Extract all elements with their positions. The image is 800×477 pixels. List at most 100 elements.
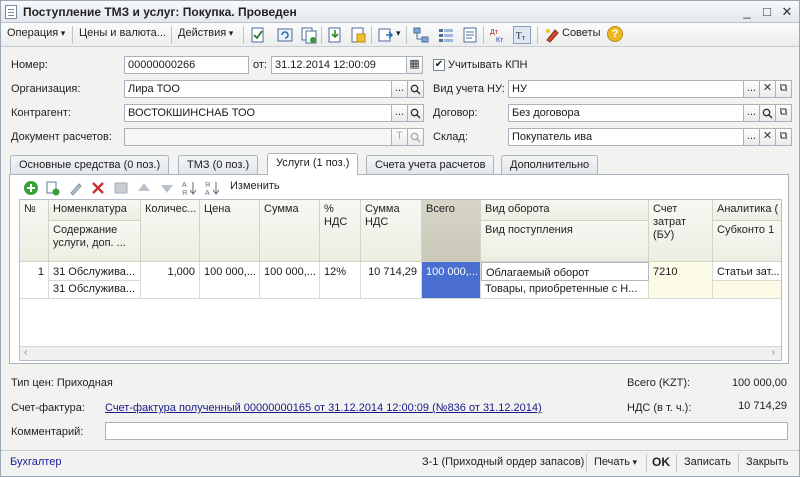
based-on-icon[interactable] <box>377 26 395 44</box>
settlement-document-input[interactable] <box>124 128 392 146</box>
column-header-nomenclature[interactable]: Номенклатура <box>49 200 141 221</box>
column-header-total[interactable]: Всего <box>422 200 481 262</box>
column-header-cost-account[interactable]: Счет затрат (БУ) <box>649 200 713 262</box>
tax-accounting-open-icon[interactable]: ⧉ <box>775 80 792 98</box>
refresh-icon[interactable] <box>276 26 294 44</box>
tab-fixed-assets[interactable]: Основные средства (0 поз.) <box>10 155 170 174</box>
contract-search-icon[interactable] <box>759 104 776 122</box>
tab-services[interactable]: Услуги (1 поз.) <box>267 153 359 175</box>
change-button[interactable]: Изменить <box>230 180 280 192</box>
settlement-search-icon[interactable] <box>407 128 424 146</box>
row-subconto-empty[interactable] <box>713 281 781 299</box>
minimize-button[interactable]: _ <box>739 4 755 20</box>
column-header-price[interactable]: Цена <box>200 200 260 262</box>
column-header-sum[interactable]: Сумма <box>260 200 320 262</box>
move-up-icon[interactable] <box>136 180 152 196</box>
close-window-button[interactable]: ✕ <box>779 4 795 20</box>
row-price[interactable]: 100 000,... <box>200 262 260 299</box>
row-number[interactable]: 1 <box>20 262 49 299</box>
settlement-type-button[interactable]: T <box>391 128 408 146</box>
number-input[interactable]: 00000000266 <box>124 56 249 74</box>
contract-select-button[interactable]: ... <box>743 104 760 122</box>
scroll-left-icon[interactable]: ‹ <box>24 347 27 358</box>
row-total[interactable]: 100 000,... <box>422 262 481 299</box>
accountant-link[interactable]: Бухгалтер <box>10 456 61 468</box>
row-content[interactable]: 31 Обслужива... <box>49 281 141 299</box>
edit-row-icon[interactable] <box>68 180 84 196</box>
column-header-turnover-type[interactable]: Вид оборота <box>481 200 649 221</box>
tab-additional[interactable]: Дополнительно <box>501 155 599 174</box>
warehouse-select-button[interactable]: ... <box>743 128 760 146</box>
row-subconto[interactable]: Статьи зат... <box>713 262 781 281</box>
comment-input[interactable] <box>105 422 788 440</box>
row-quantity[interactable]: 1,000 <box>141 262 200 299</box>
column-header-number[interactable]: № <box>20 200 49 262</box>
actions-menu[interactable]: Действия <box>178 27 233 39</box>
calendar-icon[interactable]: ▦ <box>406 56 423 74</box>
warehouse-input[interactable]: Покупатель ива <box>508 128 744 146</box>
end-edit-icon[interactable] <box>113 180 129 196</box>
contractor-input[interactable]: ВОСТОКШИНСНАБ ТОО <box>124 104 392 122</box>
copy-row-icon[interactable] <box>45 180 61 196</box>
row-vat-sum[interactable]: 10 714,29 <box>361 262 422 299</box>
row-turnover-type[interactable]: Облагаемый оборот <box>481 262 649 281</box>
tab-inventory[interactable]: ТМЗ (0 поз.) <box>178 155 259 174</box>
add-row-icon[interactable] <box>23 180 39 196</box>
kpn-checkbox[interactable]: ✔ <box>433 59 445 71</box>
warehouse-clear-icon[interactable]: ✕ <box>759 128 776 146</box>
contractor-select-button[interactable]: ... <box>391 104 408 122</box>
contractor-search-icon[interactable] <box>407 104 424 122</box>
document-movements-icon[interactable] <box>349 26 367 44</box>
operation-menu[interactable]: Операция <box>7 27 65 39</box>
ok-button[interactable]: OK <box>652 455 670 469</box>
copy-document-icon[interactable] <box>300 26 318 44</box>
prices-currency-button[interactable]: Цены и валюта... <box>79 27 166 39</box>
row-nomenclature[interactable]: 31 Обслужива... <box>49 262 141 281</box>
delete-row-icon[interactable] <box>90 180 106 196</box>
tax-accounting-type-input[interactable]: НУ <box>508 80 744 98</box>
date-input[interactable]: 31.12.2014 12:00:09 <box>271 56 407 74</box>
column-header-receipt-type[interactable]: Вид поступления <box>481 221 649 262</box>
maximize-button[interactable]: □ <box>759 4 775 20</box>
column-header-analytics[interactable]: Аналитика ( <box>713 200 781 221</box>
column-header-subconto[interactable]: Субконто 1 <box>713 221 781 262</box>
column-header-vat-sum[interactable]: Сумма НДС <box>361 200 422 262</box>
tips-button[interactable]: Советы <box>562 27 600 39</box>
print-menu[interactable]: Печать <box>594 456 637 468</box>
close-button[interactable]: Закрыть <box>746 456 788 468</box>
help-button[interactable]: ? <box>607 26 623 42</box>
save-button[interactable]: Записать <box>684 456 731 468</box>
column-header-content[interactable]: Содержание услуги, доп. ... <box>49 221 141 262</box>
debit-credit-icon[interactable]: ДтКт <box>489 26 507 44</box>
tips-icon[interactable] <box>543 26 561 44</box>
row-sum[interactable]: 100 000,... <box>260 262 320 299</box>
row-cost-account[interactable]: 7210 <box>649 262 713 299</box>
organization-input[interactable]: Лира ТОО <box>124 80 392 98</box>
warehouse-open-icon[interactable]: ⧉ <box>775 128 792 146</box>
sort-descending-icon[interactable]: ЯА <box>205 180 221 196</box>
column-header-vat-rate[interactable]: % НДС <box>320 200 361 262</box>
tab-settlement-accounts[interactable]: Счета учета расчетов <box>366 155 495 174</box>
report-icon[interactable] <box>461 26 479 44</box>
fill-document-icon[interactable] <box>326 26 344 44</box>
text-format-icon[interactable]: Тт <box>513 26 531 44</box>
row-receipt-type[interactable]: Товары, приобретенные с Н... <box>481 281 649 299</box>
structure-icon[interactable] <box>412 26 430 44</box>
list-settings-icon[interactable] <box>437 26 455 44</box>
based-on-dropdown-icon[interactable]: ▾ <box>396 28 401 39</box>
organization-select-button[interactable]: ... <box>391 80 408 98</box>
move-down-icon[interactable] <box>159 180 175 196</box>
sort-ascending-icon[interactable]: АЯ <box>182 180 198 196</box>
horizontal-scrollbar[interactable]: ‹ › <box>20 346 781 360</box>
post-document-icon[interactable] <box>249 26 267 44</box>
receipt-order-button[interactable]: З-1 (Приходный ордер запасов) <box>422 456 584 468</box>
scroll-right-icon[interactable]: › <box>772 347 775 358</box>
tax-accounting-select-button[interactable]: ... <box>743 80 760 98</box>
organization-search-icon[interactable] <box>407 80 424 98</box>
contract-open-icon[interactable]: ⧉ <box>775 104 792 122</box>
invoice-link[interactable]: Счет-фактура полученный 00000000165 от 3… <box>105 402 542 414</box>
contract-input[interactable]: Без договора <box>508 104 744 122</box>
row-vat-rate[interactable]: 12% <box>320 262 361 299</box>
tax-accounting-clear-icon[interactable]: ✕ <box>759 80 776 98</box>
column-header-quantity[interactable]: Количес... <box>141 200 200 262</box>
